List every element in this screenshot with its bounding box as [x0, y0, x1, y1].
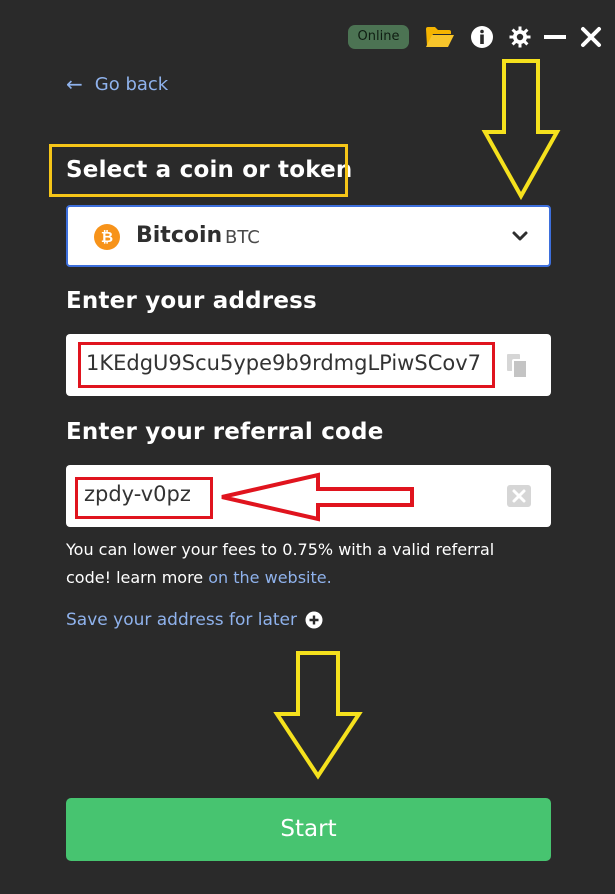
go-back-link[interactable]: ← Go back	[66, 70, 168, 98]
plus-circle-icon	[305, 611, 323, 629]
annotation-box-red-referral	[75, 477, 213, 519]
info-icon[interactable]	[468, 20, 496, 54]
save-address-link[interactable]: Save your address for later	[66, 610, 323, 630]
clear-icon[interactable]	[506, 484, 532, 508]
annotation-arrow-left	[221, 472, 414, 522]
status-badge: Online	[348, 25, 409, 49]
coin-symbol: BTC	[225, 227, 260, 248]
website-link[interactable]: on the website.	[208, 568, 331, 587]
gear-icon[interactable]	[506, 20, 534, 54]
copy-icon[interactable]	[504, 352, 530, 380]
go-back-label: Go back	[94, 73, 169, 95]
referral-note: You can lower your fees to 0.75% with a …	[66, 536, 536, 592]
annotation-box-red-address	[78, 342, 495, 388]
arrow-left-icon: ←	[66, 72, 83, 96]
save-address-label: Save your address for later	[66, 610, 297, 630]
bitcoin-icon: ₿	[94, 224, 120, 250]
annotation-arrow-down-top	[481, 59, 561, 201]
close-icon[interactable]	[578, 20, 604, 54]
minimize-icon[interactable]	[542, 20, 568, 54]
start-button[interactable]: Start	[66, 798, 551, 861]
coin-name: Bitcoin	[136, 223, 223, 248]
chevron-down-icon[interactable]	[509, 225, 531, 247]
address-section-title: Enter your address	[66, 288, 317, 314]
annotation-box-yellow	[49, 144, 348, 197]
referral-section-title: Enter your referral code	[66, 419, 384, 445]
coin-select[interactable]: ₿ Bitcoin BTC	[66, 205, 551, 267]
folder-icon[interactable]	[424, 20, 456, 54]
annotation-arrow-down-bottom	[273, 651, 363, 780]
